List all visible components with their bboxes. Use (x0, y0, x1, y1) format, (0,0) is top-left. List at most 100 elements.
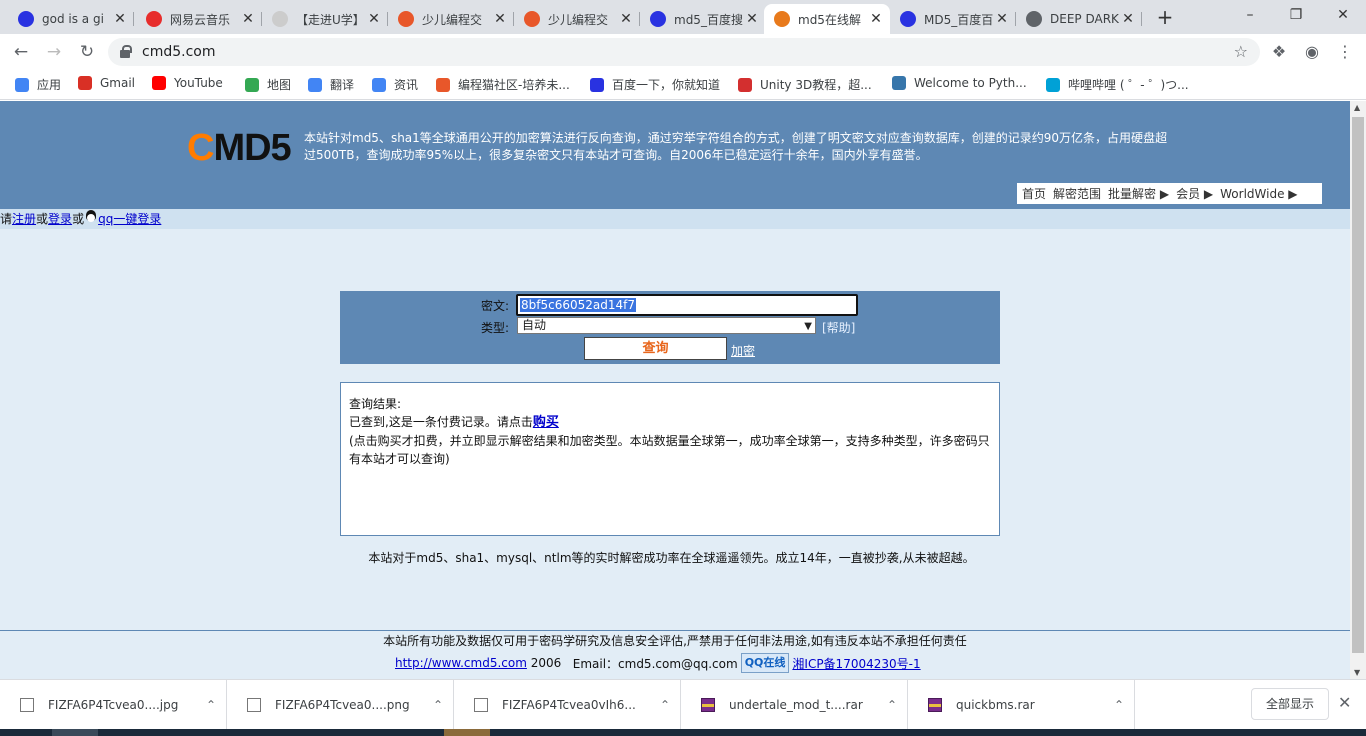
bookmark-item[interactable]: Unity 3D教程，超... (738, 76, 872, 93)
close-tab-icon[interactable]: ✕ (366, 11, 382, 27)
page-scrollbar[interactable]: ▲ ▼ (1350, 101, 1366, 679)
new-tab-button[interactable]: + (1152, 6, 1178, 30)
close-tab-icon[interactable]: ✕ (868, 11, 884, 27)
cmd5-logo[interactable]: CMD5 (187, 127, 292, 170)
chevron-up-icon[interactable]: ⌃ (423, 698, 453, 712)
menu-member[interactable]: 会员 ▶ (1176, 185, 1213, 202)
help-link[interactable]: [帮助] (822, 319, 855, 336)
taskbar-item[interactable] (52, 729, 98, 736)
menu-worldwide[interactable]: WorldWide ▶ (1220, 187, 1297, 201)
encrypt-link[interactable]: 加密 (731, 342, 755, 359)
tab-5[interactable]: md5_百度搜 ✕ (640, 4, 766, 34)
extensions-puzzle-icon[interactable]: ❖ (1268, 41, 1290, 63)
tab-0[interactable]: god is a gi ✕ (8, 4, 134, 34)
bookmark-item[interactable]: 翻译 (308, 76, 354, 93)
bookmark-label: 地图 (267, 78, 292, 92)
register-link[interactable]: 注册 (12, 212, 36, 226)
tab-4[interactable]: 少儿编程交 ✕ (514, 4, 640, 34)
login-link[interactable]: 登录 (48, 212, 72, 226)
tab-6[interactable]: md5在线解 ✕ (764, 4, 890, 34)
chevron-up-icon[interactable]: ⌃ (650, 698, 680, 712)
maximize-button[interactable]: ❐ (1273, 0, 1319, 32)
tab-title: md5在线解 (798, 12, 861, 27)
download-filename: undertale_mod_t....rar (729, 698, 863, 712)
qq-login-link[interactable]: qq一键登录 (98, 212, 161, 226)
bookmark-item[interactable]: 资讯 (372, 76, 418, 93)
close-tab-icon[interactable]: ✕ (492, 11, 508, 27)
python-icon (892, 76, 906, 90)
tab-title: 少儿编程交 (548, 12, 609, 27)
cmd5-icon (774, 11, 790, 27)
download-item[interactable]: undertale_mod_t....rar ⌃ (681, 680, 908, 730)
tab-title: god is a gi (42, 12, 104, 26)
baidu-paw-icon (590, 77, 604, 92)
url-text[interactable]: cmd5.com (142, 44, 215, 60)
bookmark-item[interactable]: Welcome to Pyth... (892, 76, 1027, 90)
show-all-downloads-button[interactable]: 全部显示 (1251, 688, 1329, 720)
close-tab-icon[interactable]: ✕ (618, 11, 634, 27)
close-tab-icon[interactable]: ✕ (240, 11, 256, 27)
site-link[interactable]: http://www.cmd5.com (395, 656, 527, 670)
qq-penguin-icon[interactable] (84, 210, 98, 225)
chevron-up-icon[interactable]: ⌃ (1104, 698, 1134, 712)
menu-decrypt-range[interactable]: 解密范围 (1053, 185, 1101, 202)
gmail-icon (78, 76, 92, 90)
maps-icon (245, 77, 259, 92)
bookmark-item[interactable]: YouTube (152, 76, 223, 90)
minimize-button[interactable]: – (1227, 0, 1273, 32)
tab-3[interactable]: 少儿编程交 ✕ (388, 4, 514, 34)
scrollbar-thumb[interactable] (1352, 117, 1364, 653)
bilibili-icon (1046, 77, 1060, 92)
lock-icon[interactable] (120, 45, 132, 58)
buy-link[interactable]: 购买 (533, 415, 559, 430)
rar-archive-icon (701, 698, 715, 712)
tab-2[interactable]: 【走进U学】 ✕ (262, 4, 388, 34)
result-heading: 查询结果: (349, 397, 402, 411)
menu-kebab-icon[interactable]: ⋮ (1334, 41, 1356, 63)
close-tab-icon[interactable]: ✕ (744, 11, 760, 27)
query-button[interactable]: 查询 (584, 337, 727, 360)
bookmark-item[interactable]: 哔哩哔哩 ( ゜- ゜)つ... (1046, 76, 1189, 93)
close-shelf-icon[interactable]: ✕ (1338, 693, 1351, 712)
footer-divider (0, 630, 1350, 631)
download-item[interactable]: FIZFA6P4Tcvea0....png ⌃ (227, 680, 454, 730)
bookmark-item[interactable]: Gmail (78, 76, 135, 90)
bookmark-label: Gmail (100, 76, 136, 90)
back-arrow-icon[interactable]: ← (10, 42, 32, 64)
bookmark-item[interactable]: 百度一下，你就知道 (590, 76, 720, 93)
bookmark-star-icon[interactable]: ☆ (1234, 42, 1248, 61)
rar-archive-icon (928, 698, 942, 712)
type-select-value: 自动 (522, 318, 547, 332)
close-window-button[interactable]: ✕ (1320, 0, 1366, 32)
tab-7[interactable]: MD5_百度百 ✕ (890, 4, 1016, 34)
profile-avatar-icon[interactable]: ◉ (1301, 41, 1323, 63)
icp-link[interactable]: 湘ICP备17004230号-1 (792, 655, 920, 672)
cipher-input[interactable]: 8bf5c66052ad14f7 (516, 294, 858, 316)
bookmark-item[interactable]: 应用 (15, 76, 61, 93)
download-item[interactable]: FIZFA6P4Tcvea0....jpg ⌃ (0, 680, 227, 730)
close-tab-icon[interactable]: ✕ (112, 11, 128, 27)
type-select[interactable]: 自动 ▼ (517, 317, 816, 334)
taskbar-item[interactable] (444, 729, 490, 736)
download-item[interactable]: FIZFA6P4Tcvea0vIh6... ⌃ (454, 680, 681, 730)
tab-1[interactable]: 网易云音乐 ✕ (136, 4, 262, 34)
menu-batch-decrypt[interactable]: 批量解密 ▶ (1108, 185, 1169, 202)
chevron-up-icon[interactable]: ⌃ (877, 698, 907, 712)
bookmark-item[interactable]: 编程猫社区-培养未... (436, 76, 570, 93)
tab-8[interactable]: DEEP DARK ✕ (1016, 4, 1142, 34)
address-bar[interactable]: cmd5.com ☆ (108, 38, 1260, 66)
cipher-input-value[interactable]: 8bf5c66052ad14f7 (520, 298, 636, 312)
close-tab-icon[interactable]: ✕ (1120, 11, 1136, 27)
site-header: CMD5 本站针对md5、sha1等全球通用公开的加密算法进行反向查询，通过穷举… (0, 101, 1350, 209)
scroll-down-icon[interactable]: ▼ (1354, 668, 1360, 677)
result-line: 已查到,这是一条付费记录。请点击购买 (349, 413, 991, 432)
scroll-up-icon[interactable]: ▲ (1354, 103, 1360, 112)
forward-arrow-icon[interactable]: → (43, 42, 65, 64)
menu-home[interactable]: 首页 (1022, 185, 1046, 202)
download-item[interactable]: quickbms.rar ⌃ (908, 680, 1135, 730)
reload-icon[interactable]: ↻ (76, 42, 98, 64)
bookmark-item[interactable]: 地图 (245, 76, 291, 93)
qq-online-button[interactable]: QQ在线 (740, 653, 790, 673)
chevron-up-icon[interactable]: ⌃ (196, 698, 226, 712)
close-tab-icon[interactable]: ✕ (994, 11, 1010, 27)
